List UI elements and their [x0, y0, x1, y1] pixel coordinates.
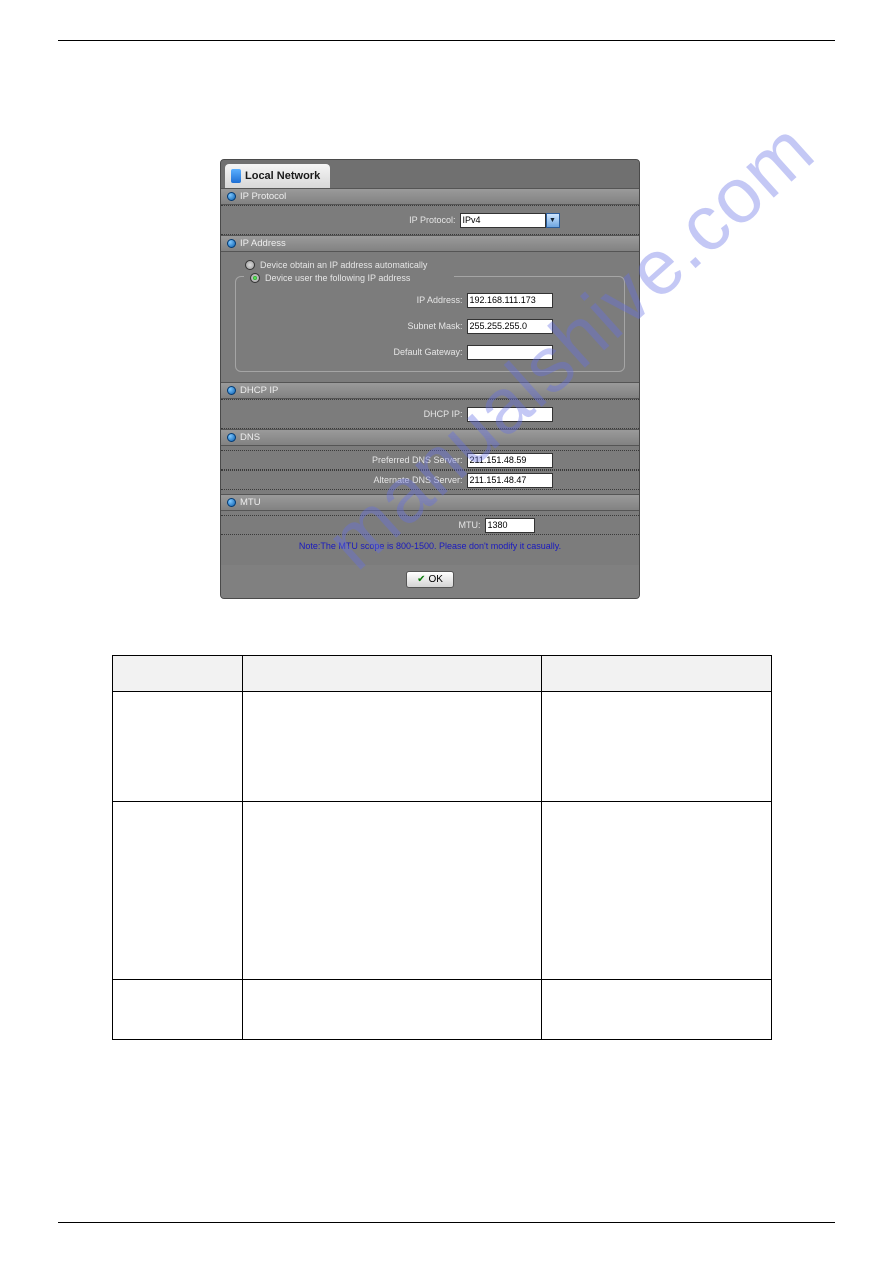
page-frame: Local Network IP Protocol IP Protocol: ▼	[58, 40, 835, 1223]
subnet-mask-label: Subnet Mask:	[308, 321, 463, 331]
table-cell	[242, 980, 542, 1040]
section-title: IP Address	[240, 238, 286, 249]
figure-local-network: Local Network IP Protocol IP Protocol: ▼	[220, 159, 835, 599]
ip-address-label: IP Address:	[308, 295, 463, 305]
table-cell	[113, 692, 243, 802]
section-dns-header[interactable]: DNS	[221, 429, 639, 446]
mtu-body: MTU: Note:The MTU scope is 800-1500. Ple…	[221, 511, 639, 565]
ip-protocol-label: IP Protocol:	[301, 215, 456, 225]
section-title: DNS	[240, 432, 260, 443]
check-icon: ✔	[417, 574, 425, 585]
alternate-dns-label: Alternate DNS Server:	[308, 475, 463, 485]
ip-protocol-body: IP Protocol: ▼	[221, 205, 639, 235]
ip-address-body: Device obtain an IP address automaticall…	[221, 252, 639, 382]
table-cell	[542, 980, 772, 1040]
dhcp-ip-label: DHCP IP:	[308, 409, 463, 419]
parameters-table-wrap	[112, 655, 772, 1040]
radio-label: Device obtain an IP address automaticall…	[260, 260, 427, 270]
local-network-panel: Local Network IP Protocol IP Protocol: ▼	[220, 159, 640, 599]
table-row	[113, 802, 772, 980]
ok-bar: ✔ OK	[221, 565, 639, 598]
dhcp-ip-input[interactable]	[467, 407, 553, 422]
network-icon	[231, 169, 241, 183]
ip-address-input[interactable]	[467, 293, 553, 308]
table-row	[113, 692, 772, 802]
default-gateway-label: Default Gateway:	[308, 347, 463, 357]
ip-protocol-value[interactable]	[460, 213, 546, 228]
table-header-row	[113, 656, 772, 692]
section-ip-address-header[interactable]: IP Address	[221, 235, 639, 252]
ok-label: OK	[428, 574, 442, 585]
section-mtu-header[interactable]: MTU	[221, 494, 639, 511]
radio-label: Device user the following IP address	[265, 273, 410, 283]
radio-manual-ip[interactable]: Device user the following IP address	[244, 269, 454, 287]
parameters-table	[112, 655, 772, 1040]
section-title: IP Protocol	[240, 191, 286, 202]
table-cell	[542, 802, 772, 980]
subnet-mask-input[interactable]	[467, 319, 553, 334]
section-title: MTU	[240, 497, 261, 508]
tab-local-network[interactable]: Local Network	[225, 164, 330, 188]
mtu-label: MTU:	[326, 520, 481, 530]
chevron-down-icon[interactable]: ▼	[546, 213, 560, 228]
table-cell	[113, 980, 243, 1040]
dhcp-body: DHCP IP:	[221, 399, 639, 429]
mtu-note: Note:The MTU scope is 800-1500. Please d…	[221, 535, 639, 561]
tab-bar: Local Network	[221, 160, 639, 188]
expand-icon	[227, 386, 236, 395]
table-row	[113, 980, 772, 1040]
expand-icon	[227, 239, 236, 248]
expand-icon	[227, 498, 236, 507]
preferred-dns-label: Preferred DNS Server:	[308, 455, 463, 465]
table-header	[113, 656, 243, 692]
default-gateway-input[interactable]	[467, 345, 553, 360]
section-ip-protocol-header[interactable]: IP Protocol	[221, 188, 639, 205]
radio-icon	[250, 273, 260, 283]
table-cell	[242, 692, 542, 802]
alternate-dns-input[interactable]	[467, 473, 553, 488]
tab-label: Local Network	[245, 170, 320, 182]
table-cell	[113, 802, 243, 980]
radio-icon	[245, 260, 255, 270]
expand-icon	[227, 192, 236, 201]
table-header	[242, 656, 542, 692]
manual-ip-fieldset: Device user the following IP address IP …	[235, 276, 625, 372]
expand-icon	[227, 433, 236, 442]
table-cell	[542, 692, 772, 802]
ok-button[interactable]: ✔ OK	[406, 571, 454, 588]
preferred-dns-input[interactable]	[467, 453, 553, 468]
section-dhcp-header[interactable]: DHCP IP	[221, 382, 639, 399]
section-title: DHCP IP	[240, 385, 278, 396]
table-header	[542, 656, 772, 692]
table-cell	[242, 802, 542, 980]
mtu-input[interactable]	[485, 518, 535, 533]
dns-body: Preferred DNS Server: Alternate DNS Serv…	[221, 446, 639, 494]
ip-protocol-select[interactable]: ▼	[460, 213, 560, 228]
